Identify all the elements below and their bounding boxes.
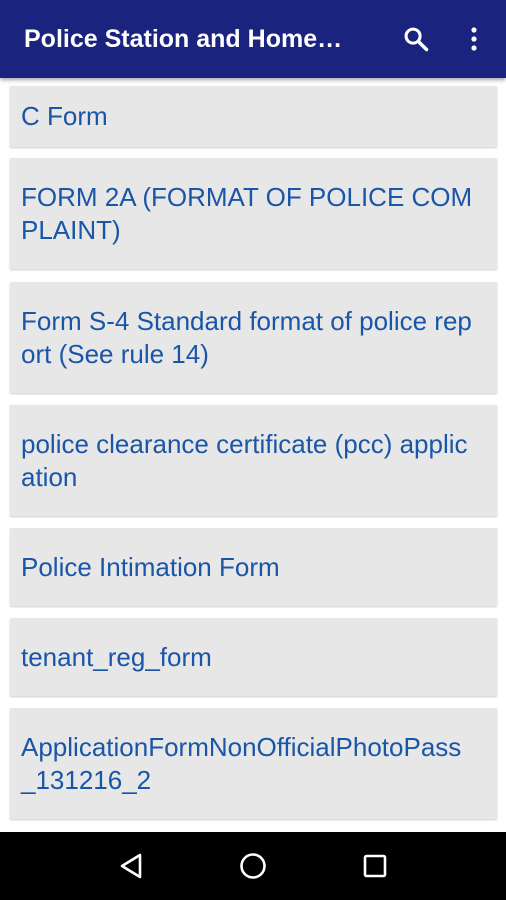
system-nav-bar [0,832,506,900]
list-item-pcc-application[interactable]: police clearance certificate (pcc) appli… [10,405,497,516]
list-item-label: police clearance certificate (pcc) appli… [21,428,468,492]
form-list: C Form FORM 2A (FORMAT OF POLICE COMPLAI… [0,78,506,832]
list-item-label: Form S-4 Standard format of police repor… [21,305,472,369]
list-item-label: Police Intimation Form [21,551,280,582]
list-item-tenant-reg[interactable]: tenant_reg_form [10,618,497,696]
back-button[interactable] [101,836,161,896]
app-title: Police Station and Home… [24,24,343,53]
more-vert-icon [471,27,477,51]
more-options-button[interactable] [452,17,496,61]
list-item-form-2a[interactable]: FORM 2A (FORMAT OF POLICE COMPLAINT) [10,158,497,269]
list-item-form-s4[interactable]: Form S-4 Standard format of police repor… [10,282,497,393]
recents-button[interactable] [345,836,405,896]
list-item-c-form[interactable]: C Form [10,86,497,147]
list-item-photo-pass[interactable]: ApplicationFormNonOfficialPhotoPass_1312… [10,708,497,819]
home-button[interactable] [223,836,283,896]
search-button[interactable] [394,17,438,61]
search-icon [404,27,429,52]
list-item-label: FORM 2A (FORMAT OF POLICE COMPLAINT) [21,181,473,245]
recents-square-icon [363,854,387,878]
back-triangle-icon [120,853,142,879]
home-circle-icon [240,853,266,879]
app-bar: Police Station and Home… [0,0,506,78]
list-item-label: tenant_reg_form [21,641,212,672]
list-item-label: C Form [21,101,108,131]
list-item-label: ApplicationFormNonOfficialPhotoPass_1312… [21,731,462,795]
list-item-police-intimation[interactable]: Police Intimation Form [10,528,497,606]
